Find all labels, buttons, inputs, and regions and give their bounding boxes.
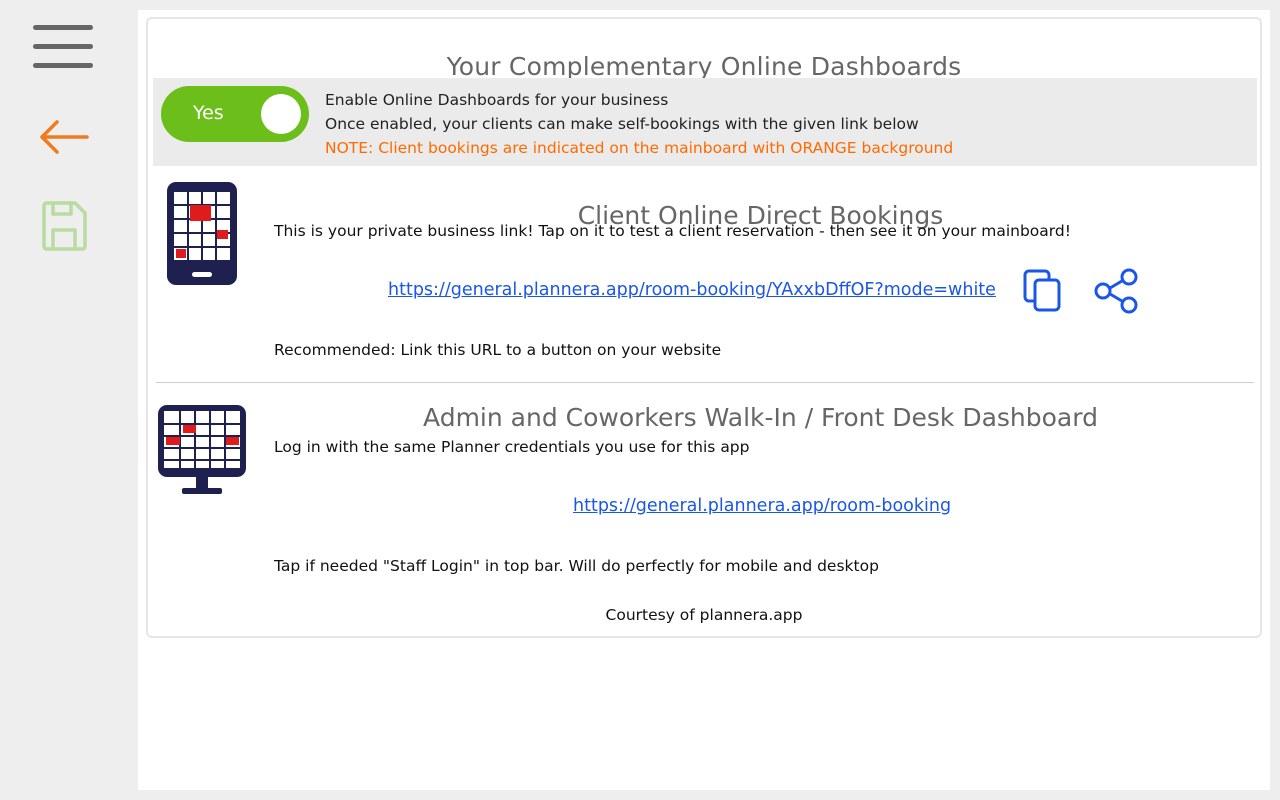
enable-toggle[interactable]: Yes bbox=[161, 86, 309, 142]
enable-description: Enable Online Dashboards for your busine… bbox=[325, 88, 953, 160]
page-title: Your Complementary Online Dashboards bbox=[446, 52, 962, 81]
section-divider bbox=[156, 382, 1254, 383]
back-button[interactable] bbox=[22, 107, 106, 167]
hamburger-menu-icon bbox=[33, 25, 93, 68]
desktop-calendar-icon bbox=[158, 405, 246, 494]
mobile-calendar-icon bbox=[167, 182, 237, 285]
enable-line-2: Once enabled, your clients can make self… bbox=[325, 115, 919, 133]
admin-description: Log in with the same Planner credentials… bbox=[274, 438, 750, 456]
client-recommendation: Recommended: Link this URL to a button o… bbox=[274, 341, 722, 359]
share-icon bbox=[1094, 268, 1138, 314]
footer-courtesy: Courtesy of plannera.app bbox=[605, 606, 803, 624]
admin-section-title: Admin and Coworkers Walk-In / Front Desk… bbox=[423, 403, 1098, 432]
copy-icon bbox=[1023, 269, 1061, 312]
sidebar bbox=[0, 0, 138, 800]
toggle-knob bbox=[261, 94, 301, 134]
floppy-disk-icon bbox=[42, 201, 87, 251]
menu-button[interactable] bbox=[22, 17, 106, 77]
copy-link-button[interactable] bbox=[1022, 268, 1064, 318]
toggle-label: Yes bbox=[193, 102, 224, 124]
enable-section: Yes Enable Online Dashboards for your bu… bbox=[153, 78, 1257, 166]
enable-note: NOTE: Client bookings are indicated on t… bbox=[325, 139, 954, 157]
share-link-button[interactable] bbox=[1092, 268, 1140, 318]
admin-dashboard-link[interactable]: https://general.plannera.app/room-bookin… bbox=[573, 496, 951, 516]
enable-line-1: Enable Online Dashboards for your busine… bbox=[325, 91, 669, 109]
arrow-left-icon bbox=[40, 120, 89, 154]
client-description: This is your private business link! Tap … bbox=[274, 222, 1071, 240]
dashboards-card: Your Complementary Online Dashboards Yes… bbox=[146, 17, 1262, 638]
client-booking-link[interactable]: https://general.plannera.app/room-bookin… bbox=[388, 280, 996, 300]
admin-hint: Tap if needed "Staff Login" in top bar. … bbox=[274, 557, 879, 575]
save-button[interactable] bbox=[22, 196, 106, 256]
